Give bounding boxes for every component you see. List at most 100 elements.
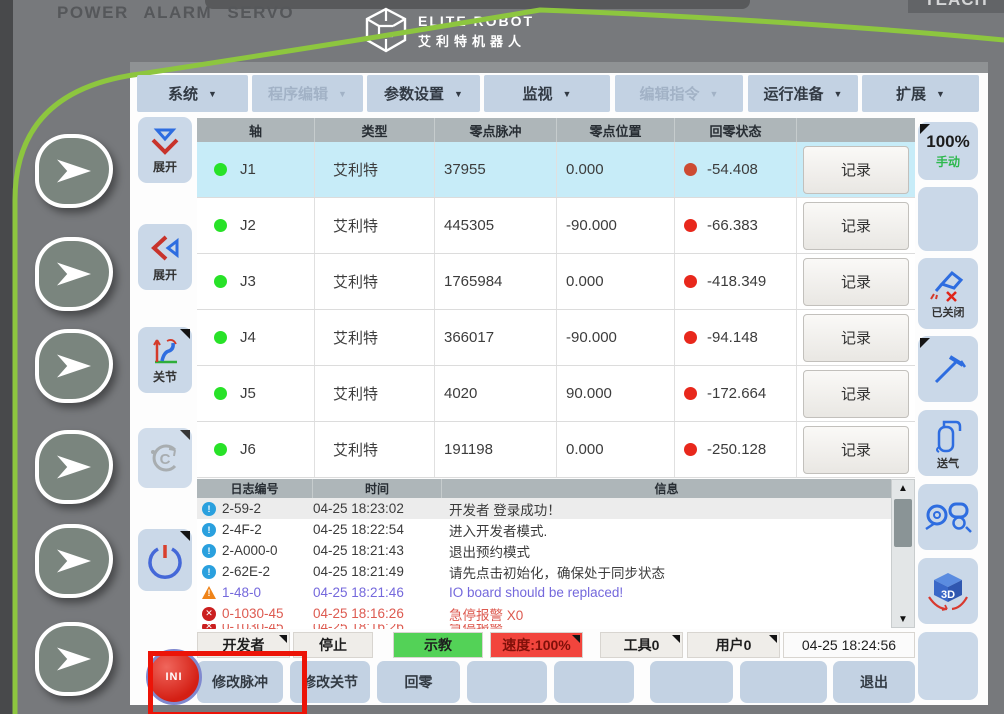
status-user-frame[interactable]: 用户0 bbox=[687, 632, 780, 658]
exit-button[interactable]: 退出 bbox=[833, 661, 915, 703]
log-column-id: 日志编号 bbox=[197, 479, 313, 498]
zero-pulse: 366017 bbox=[435, 310, 557, 365]
home-state: -94.148 bbox=[707, 329, 758, 346]
tool-off-button[interactable]: 已关闭 bbox=[918, 258, 978, 329]
gripper-camera-icon bbox=[925, 502, 972, 533]
axis-type: 艾利特 bbox=[315, 198, 435, 253]
air-supply-icon bbox=[936, 420, 962, 453]
log-message: IO board should be replaced! bbox=[449, 585, 624, 600]
play-arrow-icon bbox=[57, 647, 91, 671]
record-button[interactable]: 记录 bbox=[803, 257, 909, 306]
tool-off-label: 已关闭 bbox=[931, 307, 965, 319]
teach-badge: TEACH bbox=[908, 0, 1004, 13]
side-key-5[interactable] bbox=[35, 524, 113, 598]
blank-function-button[interactable] bbox=[467, 661, 547, 703]
view-3d-button[interactable]: 3D bbox=[918, 558, 978, 624]
log-id: 2-4F-2 bbox=[222, 522, 262, 537]
side-key-4[interactable] bbox=[35, 430, 113, 504]
log-column-message: 信息 bbox=[654, 482, 679, 496]
menu-item-run-prep[interactable]: 运行准备 ▼ bbox=[748, 75, 858, 112]
side-key-2[interactable] bbox=[35, 237, 113, 311]
table-row-j3[interactable]: J3 艾利特 1765984 0.000 -418.349 记录 bbox=[197, 254, 915, 310]
log-row[interactable]: ! 2-4F-2 04-25 18:22:54 进入开发者模式. bbox=[197, 519, 891, 540]
speed-mode-button[interactable]: 100% 手动 bbox=[918, 122, 978, 180]
info-icon: ! bbox=[202, 543, 216, 558]
blank-function-button[interactable] bbox=[554, 661, 634, 703]
table-row-j2[interactable]: J2 艾利特 445305 -90.000 -66.383 记录 bbox=[197, 198, 915, 254]
table-row-j1[interactable]: J1 艾利特 37955 0.000 -54.408 记录 bbox=[197, 142, 915, 198]
log-row[interactable]: ! 2-59-2 04-25 18:23:02 开发者 登录成功！ bbox=[197, 498, 891, 519]
joint-mode-label: 关节 bbox=[152, 369, 177, 384]
menu-label: 系统 bbox=[168, 86, 199, 103]
air-supply-button[interactable]: 送气 bbox=[918, 410, 978, 476]
power-button[interactable] bbox=[138, 529, 192, 591]
side-key-3[interactable] bbox=[35, 329, 113, 403]
blank-function-button[interactable] bbox=[650, 661, 733, 703]
cube-3d-icon: 3D bbox=[928, 573, 968, 611]
zero-pulse: 37955 bbox=[435, 142, 557, 197]
blank-side-button[interactable] bbox=[918, 187, 978, 251]
table-row-j5[interactable]: J5 艾利特 4020 90.000 -172.664 记录 bbox=[197, 366, 915, 422]
annotation-highlight-box bbox=[148, 651, 307, 714]
air-supply-label: 送气 bbox=[937, 457, 959, 470]
record-button[interactable]: 记录 bbox=[803, 313, 909, 362]
scroll-down-icon[interactable]: ▼ bbox=[892, 611, 914, 627]
zero-pulse: 191198 bbox=[435, 422, 557, 477]
expand-down-button[interactable]: 展开 bbox=[138, 117, 192, 183]
record-button[interactable]: 记录 bbox=[803, 201, 909, 250]
column-header-home-state: 回零状态 bbox=[675, 118, 797, 142]
menu-item-extension[interactable]: 扩展 ▼ bbox=[862, 75, 979, 112]
home-state-dot bbox=[684, 219, 697, 232]
status-tool[interactable]: 工具0 bbox=[600, 632, 683, 658]
table-row-j4[interactable]: J4 艾利特 366017 -90.000 -94.148 记录 bbox=[197, 310, 915, 366]
home-button[interactable]: 回零 bbox=[377, 661, 460, 703]
info-icon: ! bbox=[202, 501, 216, 516]
menu-item-system[interactable]: 系统 ▼ bbox=[137, 75, 248, 112]
log-message: 急停报警 X0 bbox=[449, 607, 524, 623]
status-speed[interactable]: 速度:100% bbox=[490, 632, 583, 658]
axis-ok-dot bbox=[214, 331, 227, 344]
blank-function-button[interactable] bbox=[740, 661, 827, 703]
blank-side-button[interactable] bbox=[918, 632, 978, 700]
expand-left-button[interactable]: 展开 bbox=[138, 224, 192, 290]
screen-top-strip bbox=[130, 62, 988, 73]
info-icon: ! bbox=[202, 522, 216, 537]
hammer-tool-button[interactable] bbox=[918, 336, 978, 402]
axis-type: 艾利特 bbox=[315, 366, 435, 421]
axis-name: J2 bbox=[240, 217, 256, 234]
axis-name: J5 bbox=[240, 385, 256, 402]
log-time: 04-25 18:21:49 bbox=[313, 564, 404, 579]
menu-item-monitor[interactable]: 监视 ▼ bbox=[484, 75, 610, 112]
record-button[interactable]: 记录 bbox=[803, 425, 909, 474]
record-button[interactable]: 记录 bbox=[803, 145, 909, 194]
expand-down-label: 展开 bbox=[152, 159, 177, 174]
log-id: 1-48-0 bbox=[222, 585, 262, 600]
table-row-j6[interactable]: J6 艾利特 191198 0.000 -250.128 记录 bbox=[197, 422, 915, 478]
axis-name: J3 bbox=[240, 273, 256, 290]
scroll-up-icon[interactable]: ▲ bbox=[892, 480, 914, 496]
log-message: 急停报警 bbox=[442, 624, 891, 629]
log-row[interactable]: ✕ 0-1030-45 04-25 18:16:26 急停报警 X0 bbox=[197, 603, 891, 624]
axis-ok-dot bbox=[214, 275, 227, 288]
chevron-down-icon: ▼ bbox=[454, 88, 463, 99]
zero-pos: 90.000 bbox=[557, 366, 675, 421]
error-icon: ✕ bbox=[202, 606, 216, 621]
log-time: 04-25 18:23:02 bbox=[313, 501, 404, 516]
side-key-1[interactable] bbox=[35, 134, 113, 208]
power-alarm-servo-label: POWER ALARM SERVO bbox=[57, 3, 295, 22]
log-scrollbar[interactable]: ▲ ▼ bbox=[891, 479, 915, 628]
gripper-camera-button[interactable] bbox=[918, 484, 978, 550]
log-row[interactable]: ! 2-62E-2 04-25 18:21:49 请先点击初始化，确保处于同步状态 bbox=[197, 561, 891, 582]
axis-name: J1 bbox=[240, 161, 256, 178]
log-row[interactable]: ! 1-48-0 04-25 18:21:46 IO board should b… bbox=[197, 582, 891, 603]
record-button[interactable]: 记录 bbox=[803, 369, 909, 418]
axis-name: J6 bbox=[240, 441, 256, 458]
side-key-6[interactable] bbox=[35, 622, 113, 696]
log-row[interactable]: ! 2-A000-0 04-25 18:21:43 退出预约模式 bbox=[197, 540, 891, 561]
brand-name: ELITE ROBOT bbox=[418, 13, 535, 29]
menu-label: 监视 bbox=[522, 86, 553, 103]
menu-item-param-settings[interactable]: 参数设置 ▼ bbox=[367, 75, 480, 112]
joint-mode-button[interactable]: 关节 bbox=[138, 327, 192, 393]
scrollbar-thumb[interactable] bbox=[894, 499, 912, 547]
chevron-down-icon: ▼ bbox=[338, 88, 347, 99]
